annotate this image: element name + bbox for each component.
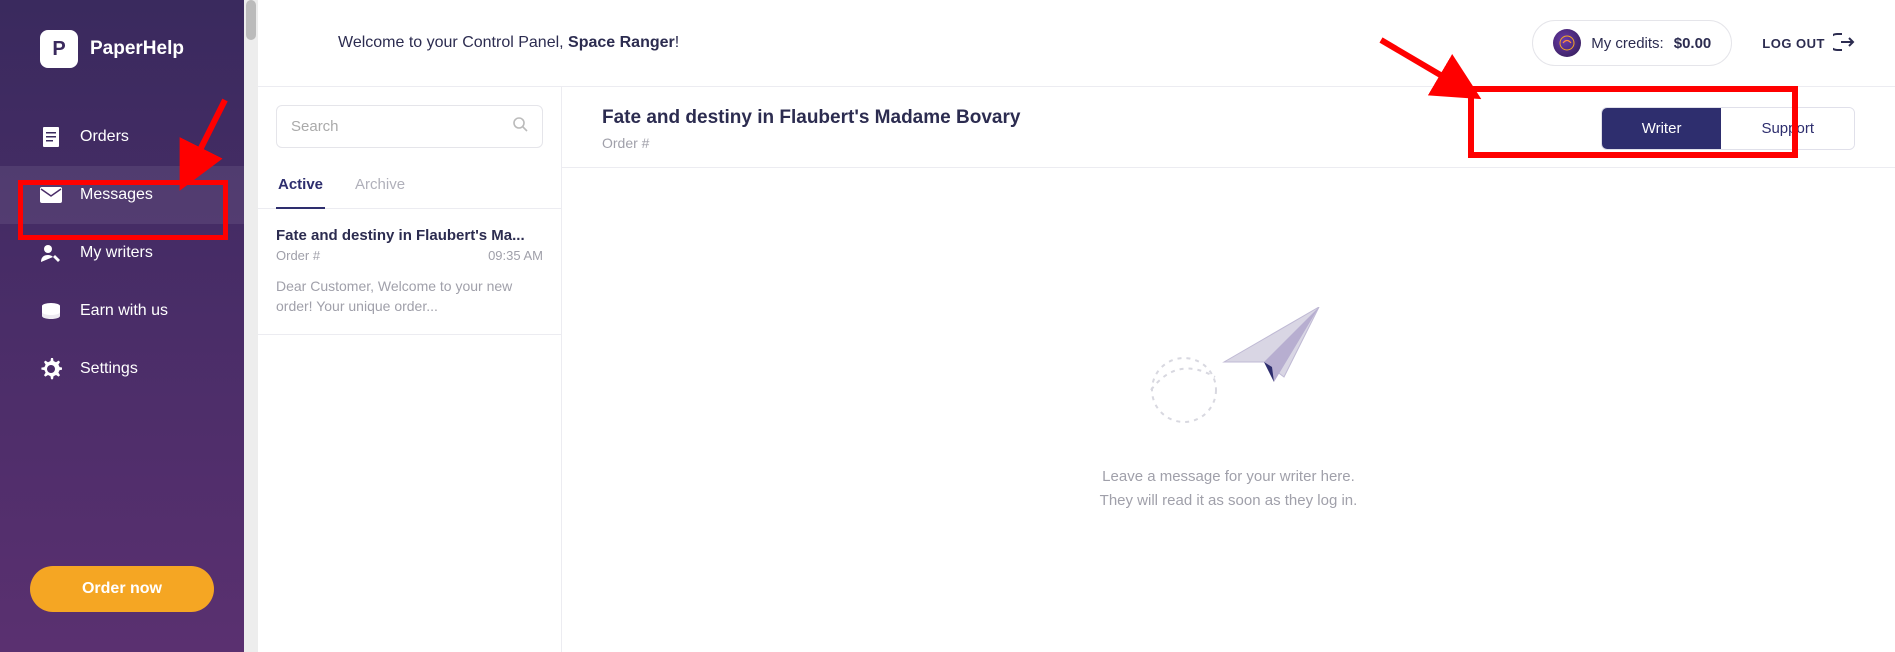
credits-label: My credits: — [1591, 35, 1664, 52]
credits-value: $0.00 — [1674, 35, 1712, 52]
sidebar-item-label: My writers — [80, 244, 153, 262]
segment-support-button[interactable]: Support — [1721, 108, 1854, 149]
sidebar-item-label: Settings — [80, 360, 138, 378]
topbar: Welcome to your Control Panel, Space Ran… — [258, 0, 1895, 86]
brand-logo[interactable]: P PaperHelp — [0, 30, 244, 108]
recipient-toggle: Writer Support — [1601, 107, 1855, 150]
paper-plane-icon — [1129, 307, 1329, 437]
user-pen-icon — [40, 242, 62, 264]
welcome-text: Welcome to your Control Panel, Space Ran… — [338, 34, 679, 52]
sidebar-item-label: Earn with us — [80, 302, 168, 320]
conversation-time: 09:35 AM — [488, 248, 543, 263]
detail-order-label-text: Order # — [602, 135, 649, 151]
welcome-username: Space Ranger — [568, 34, 675, 51]
logo-mark: P — [40, 30, 78, 68]
tab-active[interactable]: Active — [276, 166, 325, 209]
sidebar-item-orders[interactable]: Orders — [0, 108, 244, 166]
main-panel: Welcome to your Control Panel, Space Ran… — [258, 0, 1895, 652]
sidebar-item-earn[interactable]: Earn with us — [0, 282, 244, 340]
logout-button[interactable]: LOG OUT — [1762, 31, 1855, 56]
search-icon — [512, 116, 528, 137]
logo-text: PaperHelp — [90, 38, 184, 60]
empty-line-1: Leave a message for your writer here. — [1100, 465, 1358, 489]
search-input[interactable] — [291, 118, 512, 135]
welcome-prefix: Welcome to your Control Panel, — [338, 34, 568, 51]
empty-state-text: Leave a message for your writer here. Th… — [1100, 465, 1358, 513]
scrollbar-thumb[interactable] — [246, 0, 256, 40]
sidebar: P PaperHelp Orders Messages My writers E… — [0, 0, 244, 652]
file-icon — [40, 126, 62, 148]
logout-icon — [1833, 31, 1855, 56]
tab-archive[interactable]: Archive — [353, 166, 407, 208]
conversation-list-panel: Active Archive Fate and destiny in Flaub… — [258, 87, 562, 652]
envelope-icon — [40, 184, 62, 206]
conversation-item[interactable]: Fate and destiny in Flaubert's Ma... Ord… — [258, 209, 561, 335]
message-detail-panel: Fate and destiny in Flaubert's Madame Bo… — [562, 87, 1895, 652]
avatar-icon — [1553, 29, 1581, 57]
welcome-suffix: ! — [675, 34, 679, 51]
coins-icon — [40, 300, 62, 322]
logout-label: LOG OUT — [1762, 36, 1825, 51]
conversation-preview: Dear Customer, Welcome to your new order… — [276, 277, 543, 316]
order-now-button[interactable]: Order now — [30, 566, 214, 612]
segment-writer-button[interactable]: Writer — [1602, 108, 1722, 149]
empty-line-2: They will read it as soon as they log in… — [1100, 489, 1358, 513]
sidebar-item-label: Messages — [80, 186, 153, 204]
credits-pill[interactable]: My credits: $0.00 — [1532, 20, 1732, 66]
sidebar-item-messages[interactable]: Messages — [0, 166, 244, 224]
sidebar-item-settings[interactable]: Settings — [0, 340, 244, 398]
sidebar-item-my-writers[interactable]: My writers — [0, 224, 244, 282]
sidebar-item-label: Orders — [80, 128, 129, 146]
gear-icon — [40, 358, 62, 380]
conversation-title: Fate and destiny in Flaubert's Ma... — [276, 227, 543, 244]
order-label-text: Order # — [276, 248, 320, 263]
tabs: Active Archive — [258, 166, 561, 209]
empty-state: Leave a message for your writer here. Th… — [562, 168, 1895, 652]
search-box[interactable] — [276, 105, 543, 148]
detail-title: Fate and destiny in Flaubert's Madame Bo… — [602, 107, 1020, 129]
detail-order-label: Order # — [602, 135, 1020, 151]
scrollbar[interactable] — [244, 0, 258, 652]
conversation-order-label: Order # — [276, 248, 320, 263]
